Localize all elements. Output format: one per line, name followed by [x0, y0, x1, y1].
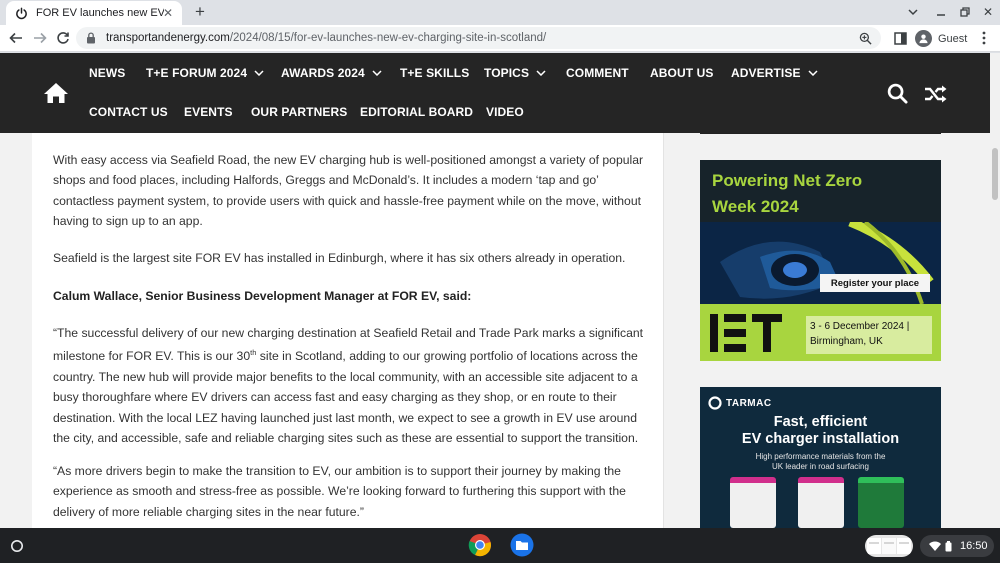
article-paragraph: Calum Wallace, Senior Business Developme…: [53, 286, 653, 306]
search-icon[interactable]: [887, 83, 909, 105]
nav-item-news[interactable]: NEWS: [89, 66, 125, 80]
chevron-down-icon: [536, 70, 546, 76]
battery-icon: [945, 540, 952, 552]
chrome-app-icon[interactable]: [468, 533, 492, 557]
url-path: /2024/08/15/for-ev-launches-new-ev-charg…: [229, 32, 547, 44]
article-quote: “As more drivers begin to make the trans…: [53, 464, 626, 519]
zoom-icon[interactable]: [857, 30, 873, 46]
nav-item-label: OUR PARTNERS: [251, 105, 348, 119]
minimize-icon[interactable]: [931, 3, 951, 21]
reload-icon[interactable]: [54, 29, 72, 47]
holding-space-preview[interactable]: [865, 535, 913, 557]
chevron-down-icon: [808, 70, 818, 76]
back-arrow-icon[interactable]: [7, 29, 25, 47]
nav-item-advertise[interactable]: ADVERTISE: [731, 66, 818, 80]
nav-item-topics[interactable]: TOPICS: [484, 66, 546, 80]
site-info-icon[interactable]: [86, 32, 98, 44]
launcher-button[interactable]: [7, 536, 27, 556]
ad-subtext: High performance materials from the UK le…: [755, 452, 886, 471]
ad-tarmac[interactable]: TARMAC Fast, efficient EV charger install…: [700, 387, 941, 528]
page-scrollbar[interactable]: [990, 53, 1000, 528]
avatar-icon: [915, 30, 932, 47]
shuffle-icon[interactable]: [924, 84, 948, 104]
power-icon: [14, 6, 28, 20]
article-body: With easy access via Seafield Road, the …: [32, 133, 664, 528]
site-header: NEWS T+E FORUM 2024 AWARDS 2024 T+E SKILLS T…: [0, 53, 990, 133]
ad-powering-net-zero[interactable]: Powering Net Zero Week 2024 Register your…: [700, 160, 941, 361]
ad-footer: 3 - 6 December 2024 | Birmingham, UK: [700, 304, 941, 361]
nav-item-label: EDITORIAL BOARD: [360, 105, 474, 119]
profile-name: Guest: [938, 32, 968, 45]
launcher-icon: [11, 540, 23, 552]
quote-text: site in Scotland, adding to our growing …: [53, 349, 639, 446]
nav-item-label: COMMENT: [566, 66, 629, 80]
wifi-icon: [929, 541, 941, 551]
product-bag-image: [730, 477, 776, 528]
nav-item-awards-2024[interactable]: AWARDS 2024: [281, 66, 382, 80]
product-bag-image: [798, 477, 844, 528]
tarmac-logo-icon: [708, 396, 722, 410]
article-paragraph: With easy access via Seafield Road, the …: [53, 153, 644, 229]
ad-headline: Powering Net Zero Week 2024: [712, 171, 863, 216]
clock: 16:50: [960, 540, 988, 552]
nav-item-label: ADVERTISE: [731, 66, 801, 80]
status-tray[interactable]: 16:50: [920, 535, 994, 557]
forward-arrow-icon[interactable]: [31, 29, 49, 47]
files-app-icon[interactable]: [510, 533, 534, 557]
nav-item-contact-us[interactable]: CONTACT US: [89, 105, 168, 119]
chevron-down-icon: [254, 70, 264, 76]
nav-item-label: AWARDS 2024: [281, 66, 365, 80]
tab-title: FOR EV launches new EV chargi: [36, 7, 164, 19]
new-tab-button[interactable]: +: [190, 2, 210, 22]
nav-item-label: EVENTS: [184, 105, 233, 119]
nav-item-video[interactable]: VIDEO: [486, 105, 524, 119]
nav-item-label: T+E FORUM 2024: [146, 66, 248, 80]
nav-item-label: VIDEO: [486, 105, 524, 119]
restore-icon[interactable]: [955, 3, 975, 21]
nav-item-events[interactable]: EVENTS: [184, 105, 233, 119]
ad-headline: Fast, efficient EV charger installation: [741, 414, 900, 447]
address-bar[interactable]: transportandenergy.com/2024/08/15/for-ev…: [76, 27, 881, 49]
close-window-icon[interactable]: ✕: [978, 3, 998, 21]
tab-search-icon[interactable]: [903, 3, 923, 21]
nav-item-our-partners[interactable]: OUR PARTNERS: [251, 105, 347, 119]
tarmac-brand: TARMAC: [708, 396, 772, 410]
register-label: Register your place: [820, 274, 930, 292]
tab-strip: FOR EV launches new EV chargi ✕ + ✕: [0, 0, 1000, 25]
nav-item-label: ABOUT US: [650, 66, 714, 80]
product-bag-image: [858, 477, 904, 528]
sidebar-divider: [700, 133, 941, 134]
ad-header: Powering Net Zero Week 2024: [700, 160, 941, 222]
url-host: transportandenergy.com: [106, 32, 230, 44]
profile-button[interactable]: Guest: [913, 28, 970, 49]
nav-item-comment[interactable]: COMMENT: [566, 66, 629, 80]
os-shelf: [0, 528, 1000, 563]
nav-item-t-e-skills[interactable]: T+E SKILLS: [400, 66, 469, 80]
event-date: 3 - 6 December 2024 | Birmingham, UK: [806, 316, 932, 354]
browser-toolbar: transportandenergy.com/2024/08/15/for-ev…: [0, 25, 1000, 52]
nav-item-label: TOPICS: [484, 66, 530, 80]
home-icon[interactable]: [43, 82, 69, 106]
article-quote: “The successful delivery of our new char…: [53, 323, 653, 449]
article-paragraph: Seafield is the largest site FOR EV has …: [53, 251, 626, 265]
iet-logo-icon: [710, 314, 782, 352]
speaker-heading: Calum Wallace, Senior Business Developme…: [53, 289, 472, 303]
scrollbar-thumb[interactable]: [992, 148, 998, 200]
url-text: transportandenergy.com/2024/08/15/for-ev…: [106, 32, 546, 44]
chevron-down-icon: [372, 70, 382, 76]
nav-item-label: CONTACT US: [89, 105, 168, 119]
side-panel-icon[interactable]: [891, 29, 909, 47]
nav-item-t-e-forum-2024[interactable]: T+E FORUM 2024: [146, 66, 264, 80]
nav-item-editorial-board[interactable]: EDITORIAL BOARD: [360, 105, 473, 119]
browser-menu-icon[interactable]: [975, 29, 993, 47]
nav-item-label: T+E SKILLS: [400, 66, 470, 80]
close-tab-icon[interactable]: ✕: [160, 5, 176, 21]
nav-item-about-us[interactable]: ABOUT US: [650, 66, 713, 80]
browser-tab-active[interactable]: FOR EV launches new EV chargi ✕: [6, 1, 182, 25]
nav-item-label: NEWS: [89, 66, 126, 80]
